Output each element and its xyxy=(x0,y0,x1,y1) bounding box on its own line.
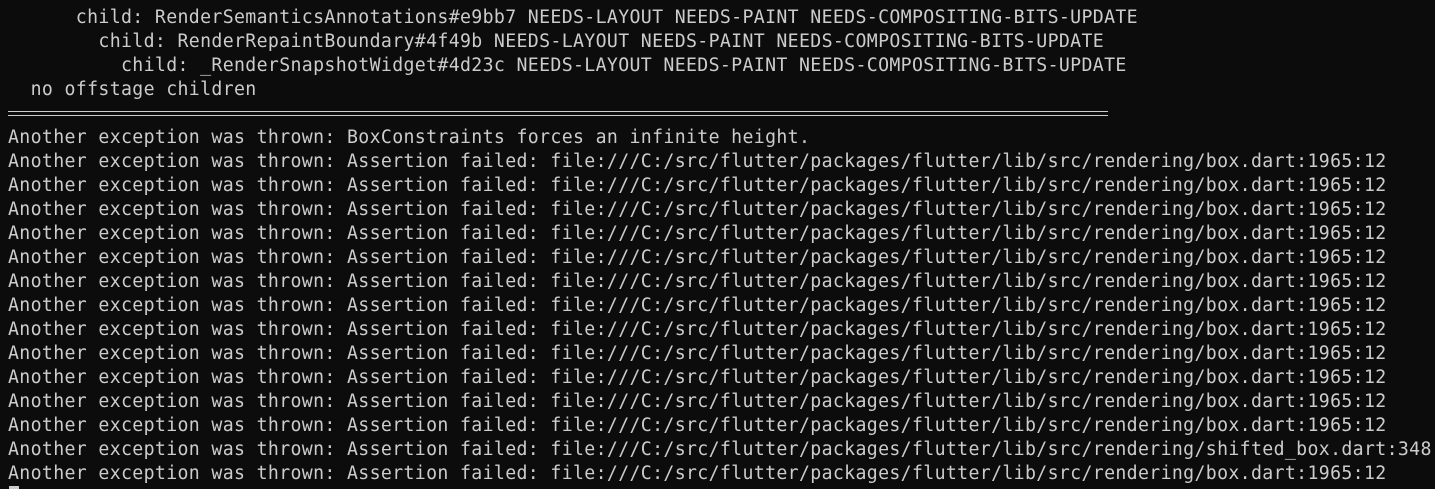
exception-line: Another exception was thrown: Assertion … xyxy=(8,391,1387,412)
exception-line: Another exception was thrown: Assertion … xyxy=(8,415,1387,436)
exception-line: Another exception was thrown: Assertion … xyxy=(8,319,1387,340)
double-line-separator xyxy=(8,102,1435,126)
exception-line: Another exception was thrown: BoxConstra… xyxy=(8,127,811,148)
exception-line: Another exception was thrown: Assertion … xyxy=(8,367,1387,388)
exception-line: Another exception was thrown: Assertion … xyxy=(8,271,1387,292)
tree-line-snapshot-widget: child: _RenderSnapshotWidget#4d23c NEEDS… xyxy=(8,55,1127,76)
exception-line: Another exception was thrown: Assertion … xyxy=(8,175,1387,196)
exception-line: Another exception was thrown: Assertion … xyxy=(8,439,1435,460)
tree-line-no-offstage-children: no offstage children xyxy=(8,79,257,100)
exception-line: Another exception was thrown: Assertion … xyxy=(8,199,1387,220)
exception-line: Another exception was thrown: Assertion … xyxy=(8,247,1387,268)
exception-line: Another exception was thrown: Assertion … xyxy=(8,151,1387,172)
exception-line: Another exception was thrown: Assertion … xyxy=(8,343,1387,364)
tree-line-semantics-annotations: child: RenderSemanticsAnnotations#e9bb7 … xyxy=(8,7,1138,28)
exception-line: Another exception was thrown: Assertion … xyxy=(8,223,1387,244)
exception-line: Another exception was thrown: Assertion … xyxy=(8,295,1387,316)
exception-line: Another exception was thrown: Assertion … xyxy=(8,463,1387,484)
terminal-output[interactable]: child: RenderSemanticsAnnotations#e9bb7 … xyxy=(8,6,1435,489)
tree-line-repaint-boundary: child: RenderRepaintBoundary#4f49b NEEDS… xyxy=(8,31,1105,52)
